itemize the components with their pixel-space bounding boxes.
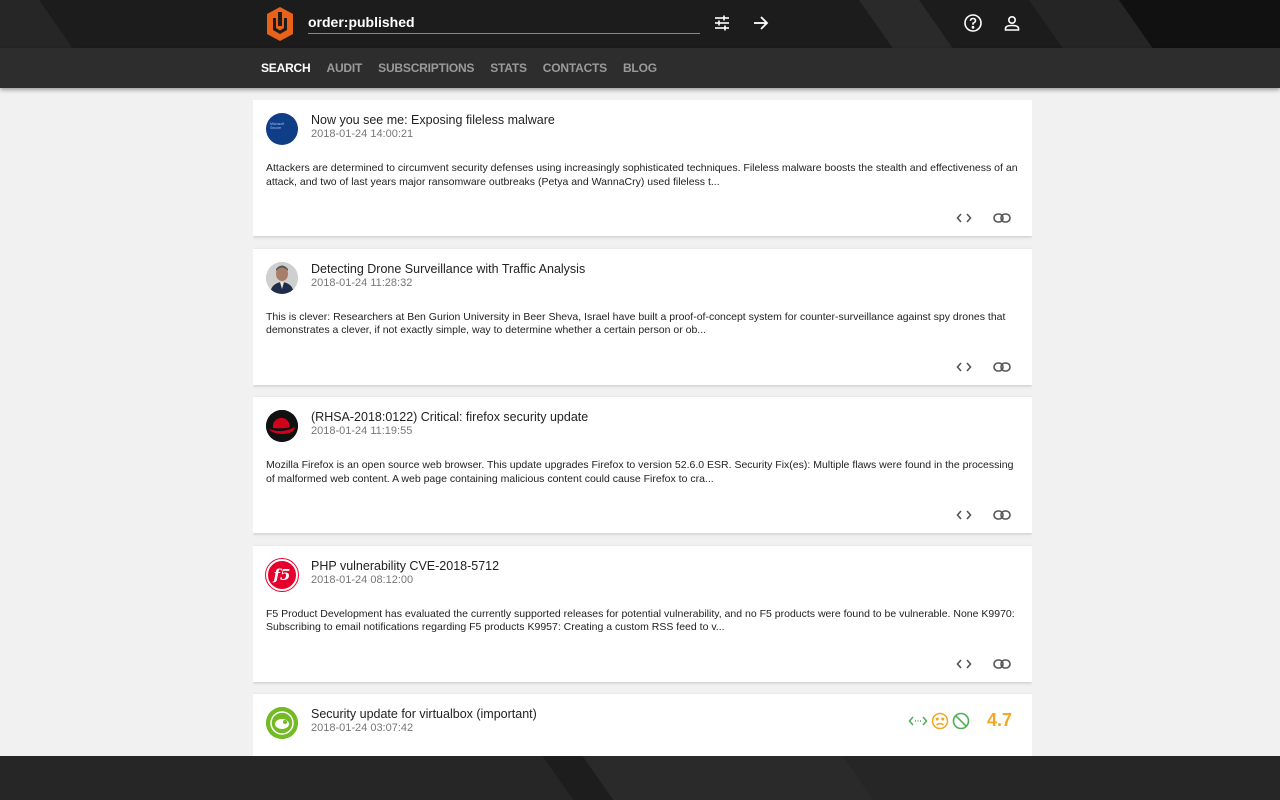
result-title[interactable]: PHP vulnerability CVE-2018-5712 <box>311 559 499 573</box>
user-icon[interactable] <box>1000 11 1024 35</box>
result-title[interactable]: Detecting Drone Surveillance with Traffi… <box>311 262 585 276</box>
link-icon[interactable] <box>992 508 1012 522</box>
card-actions <box>954 211 1012 225</box>
code-icon <box>908 716 928 725</box>
card-actions <box>954 657 1012 671</box>
score-row: 4.7 <box>908 710 1012 731</box>
arrow-right-icon[interactable] <box>749 11 773 35</box>
bottom-bar <box>0 756 1280 800</box>
result-title[interactable]: Security update for virtualbox (importan… <box>311 707 537 721</box>
opensuse-logo <box>266 707 298 739</box>
search-field[interactable] <box>308 12 700 34</box>
nav-item-stats[interactable]: STATS <box>490 61 527 75</box>
nav-item-contacts[interactable]: CONTACTS <box>543 61 607 75</box>
top-bar <box>0 0 1280 48</box>
result-card: Microsoft Secure Now you see me: Exposin… <box>253 100 1032 236</box>
risk-score: 4.7 <box>986 710 1012 730</box>
card-actions <box>954 508 1012 522</box>
f5-logo-text: f5 <box>273 565 291 584</box>
tune-icon[interactable] <box>710 11 734 35</box>
nav-item-subscriptions[interactable]: SUBSCRIPTIONS <box>378 61 474 75</box>
help-circle-icon[interactable] <box>961 11 985 35</box>
author-photo <box>266 261 298 294</box>
result-description: F5 Product Development has evaluated the… <box>266 607 1015 634</box>
block-icon <box>952 712 970 729</box>
redhat-logo <box>266 410 298 442</box>
card-actions <box>954 360 1012 374</box>
app-logo-icon[interactable] <box>264 6 296 42</box>
result-date: 2018-01-24 11:19:55 <box>311 425 413 437</box>
microsoft-secure-logo: Microsoft Secure <box>266 113 298 145</box>
avatar-text: Microsoft Secure <box>270 122 285 130</box>
result-date: 2018-01-24 03:07:42 <box>311 722 414 734</box>
result-date: 2018-01-24 11:28:32 <box>311 276 413 289</box>
f5-logo: f5 <box>266 558 298 591</box>
link-icon[interactable] <box>992 657 1012 671</box>
nav-item-blog[interactable]: BLOG <box>623 61 657 75</box>
code-icon[interactable] <box>954 360 974 374</box>
main-nav: SEARCH AUDIT SUBSCRIPTIONS STATS CONTACT… <box>261 48 657 88</box>
sad-face-icon <box>931 712 949 729</box>
result-title[interactable]: (RHSA-2018:0122) Critical: firefox secur… <box>311 410 588 424</box>
result-description: This is clever: Researchers at Ben Gurio… <box>266 310 1006 337</box>
result-card: (RHSA-2018:0122) Critical: firefox secur… <box>253 397 1032 533</box>
link-icon[interactable] <box>992 211 1012 225</box>
code-icon[interactable] <box>954 508 974 522</box>
link-icon[interactable] <box>992 360 1012 374</box>
result-date: 2018-01-24 14:00:21 <box>311 128 414 140</box>
result-date: 2018-01-24 08:12:00 <box>311 573 414 586</box>
code-icon[interactable] <box>954 657 974 671</box>
result-description: Attackers are determined to circumvent s… <box>266 162 1018 188</box>
nav-item-audit[interactable]: AUDIT <box>326 61 362 75</box>
result-title[interactable]: Now you see me: Exposing fileless malwar… <box>311 113 555 127</box>
nav-bar: SEARCH AUDIT SUBSCRIPTIONS STATS CONTACT… <box>0 48 1280 88</box>
result-card: f5 PHP vulnerability CVE-2018-5712 2018-… <box>253 545 1032 682</box>
result-card: Detecting Drone Surveillance with Traffi… <box>253 248 1032 385</box>
search-input[interactable] <box>308 12 700 32</box>
result-description: Mozilla Firefox is an open source web br… <box>266 459 1014 485</box>
nav-item-search[interactable]: SEARCH <box>261 61 311 75</box>
code-icon[interactable] <box>954 211 974 225</box>
result-card: Security update for virtualbox (importan… <box>253 694 1032 756</box>
results-feed: Microsoft Secure Now you see me: Exposin… <box>253 100 1032 756</box>
